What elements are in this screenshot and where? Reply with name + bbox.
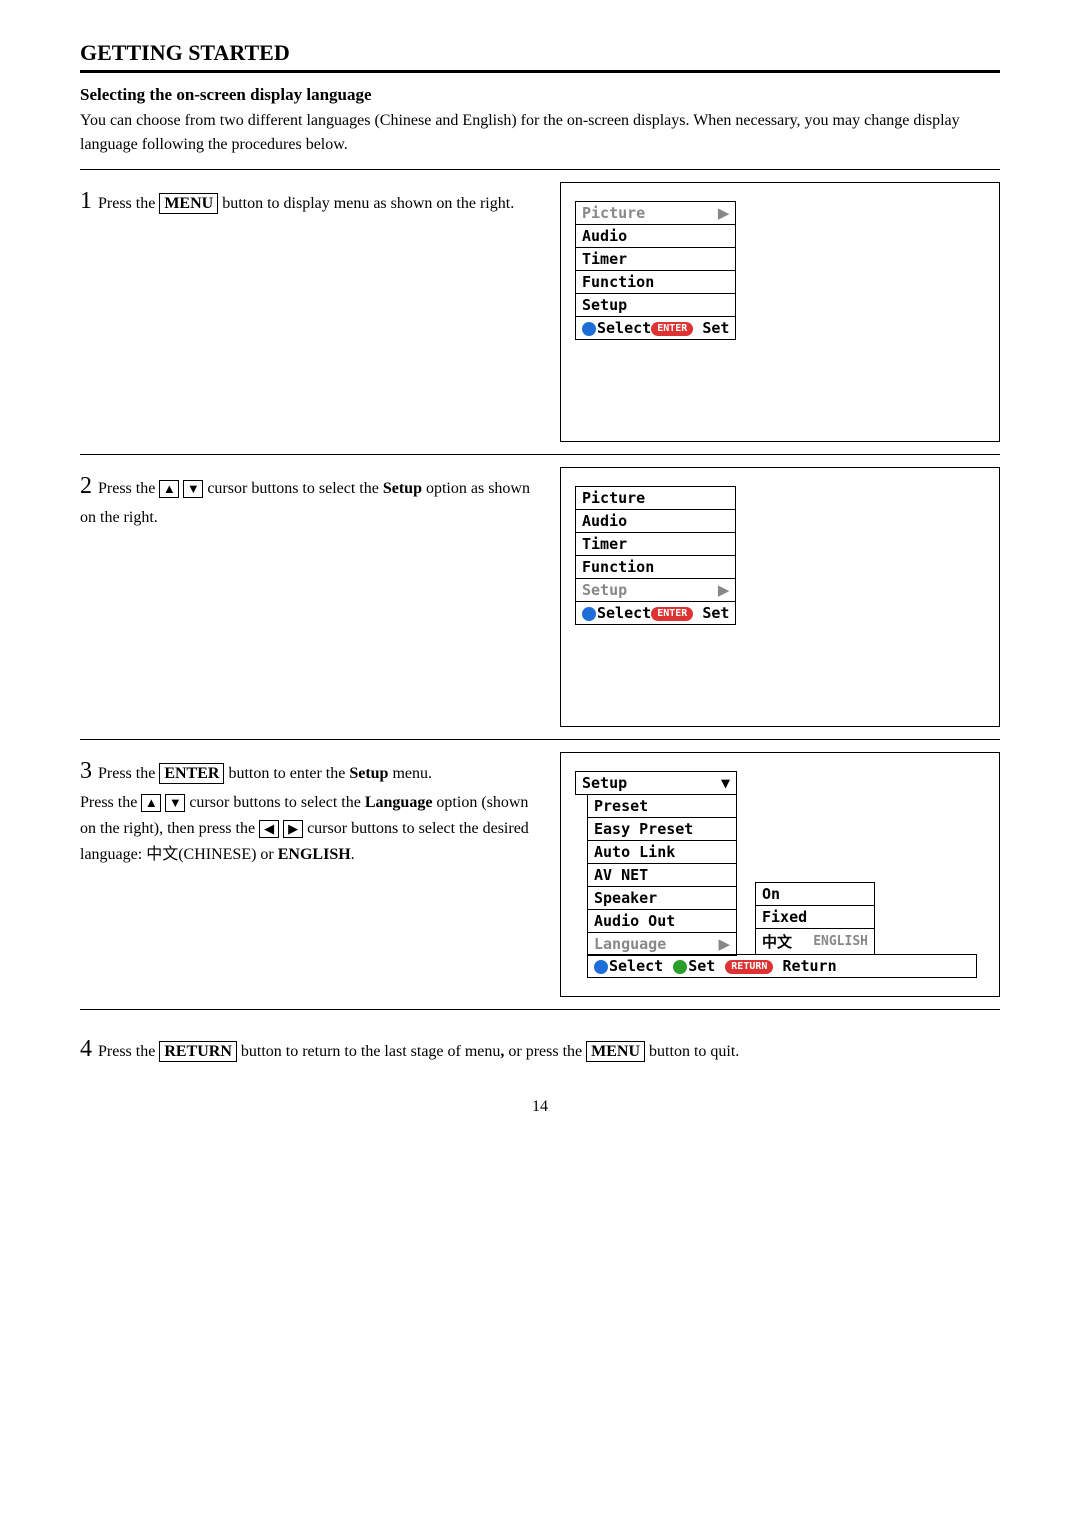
enter-pill-icon: ENTER bbox=[651, 607, 693, 621]
down-arrow-key: ▼ bbox=[183, 480, 203, 498]
text: or press the bbox=[508, 1043, 582, 1060]
menu-item-timer: Timer bbox=[575, 247, 736, 270]
text: button to quit. bbox=[649, 1043, 739, 1060]
text: Press the bbox=[80, 794, 137, 811]
text: ENGLISH bbox=[278, 846, 351, 863]
setup-preset: Preset bbox=[587, 794, 737, 818]
rule bbox=[80, 1009, 1000, 1010]
step-3: 3 Press the ENTER button to enter the Se… bbox=[80, 752, 1000, 997]
text: button to return to the last stage of me… bbox=[241, 1043, 501, 1060]
page-number: 14 bbox=[80, 1098, 1000, 1116]
rule bbox=[80, 169, 1000, 170]
up-arrow-key: ▲ bbox=[159, 480, 179, 498]
step-2: 2 Press the ▲ ▼ cursor buttons to select… bbox=[80, 467, 1000, 727]
left-arrow-key: ◀ bbox=[259, 820, 279, 838]
text: Setup bbox=[349, 765, 388, 782]
text: button to display menu as shown on the r… bbox=[222, 195, 514, 212]
chevron-right-icon: ▶ bbox=[718, 581, 730, 599]
menu-help-bar: Select ENTER Set bbox=[575, 601, 736, 625]
setup-easy-preset: Easy Preset bbox=[587, 817, 737, 841]
step-number: 1 bbox=[80, 188, 92, 214]
rule bbox=[80, 454, 1000, 455]
menu-item-audio: Audio bbox=[575, 509, 736, 532]
menu-item-timer: Timer bbox=[575, 532, 736, 555]
blue-circle-icon bbox=[582, 322, 596, 336]
blue-circle-icon bbox=[594, 960, 608, 974]
menu-item-function: Function bbox=[575, 270, 736, 293]
text: button to enter the bbox=[228, 765, 345, 782]
menu-item-function: Function bbox=[575, 555, 736, 578]
text: Press the bbox=[98, 195, 155, 212]
setup-language: Language▶ bbox=[587, 932, 737, 956]
value-on: On bbox=[755, 882, 875, 906]
right-arrow-key: ▶ bbox=[283, 820, 303, 838]
step-1: 1 Press the MENU button to display menu … bbox=[80, 182, 1000, 442]
text: Press the bbox=[98, 480, 155, 497]
setup-left-col: Setup▼ Preset Easy Preset Auto Link AV N… bbox=[575, 771, 737, 955]
rule bbox=[80, 70, 1000, 73]
text: cursor buttons to select the bbox=[207, 480, 379, 497]
step-4: 4 Press the RETURN button to return to t… bbox=[80, 1030, 1000, 1068]
text: Press the bbox=[98, 1043, 155, 1060]
chevron-right-icon: ▶ bbox=[718, 935, 730, 953]
intro-text: You can choose from two different langua… bbox=[80, 109, 1000, 157]
setup-auto-link: Auto Link bbox=[587, 840, 737, 864]
chevron-down-icon: ▼ bbox=[721, 774, 730, 792]
screenshot-panel-1: Picture▶ Audio Timer Function Setup Sele… bbox=[560, 182, 1000, 442]
menu-item-audio: Audio bbox=[575, 224, 736, 247]
screenshot-panel-3: Setup▼ Preset Easy Preset Auto Link AV N… bbox=[560, 752, 1000, 997]
rule bbox=[80, 739, 1000, 740]
blue-circle-icon bbox=[582, 607, 596, 621]
green-circle-icon bbox=[673, 960, 687, 974]
down-arrow-key: ▼ bbox=[165, 794, 185, 812]
menu-button-ref: MENU bbox=[159, 193, 218, 214]
text: menu. bbox=[392, 765, 432, 782]
up-arrow-key: ▲ bbox=[141, 794, 161, 812]
menu-item-picture: Picture bbox=[575, 486, 736, 509]
setup-audio-out: Audio Out bbox=[587, 909, 737, 933]
setup-right-col: On Fixed 中文ENGLISH bbox=[755, 882, 875, 954]
value-fixed: Fixed bbox=[755, 905, 875, 929]
setup-title: Setup▼ bbox=[575, 771, 737, 795]
menu-item-setup: Setup▶ bbox=[575, 578, 736, 601]
menu-help-bar: Select ENTER Set bbox=[575, 316, 736, 340]
section-heading: Selecting the on-screen display language bbox=[80, 85, 1000, 105]
text: Press the bbox=[98, 765, 155, 782]
screenshot-panel-2: Picture Audio Timer Function Setup▶ Sele… bbox=[560, 467, 1000, 727]
text: . bbox=[351, 846, 355, 863]
setup-av-net: AV NET bbox=[587, 863, 737, 887]
step-number: 3 bbox=[80, 758, 92, 784]
return-button-ref: RETURN bbox=[159, 1041, 237, 1062]
text: , bbox=[500, 1043, 504, 1060]
enter-button-ref: ENTER bbox=[159, 763, 224, 784]
menu-button-ref: MENU bbox=[586, 1041, 645, 1062]
value-language: 中文ENGLISH bbox=[755, 928, 875, 955]
return-pill-icon: RETURN bbox=[725, 960, 773, 974]
step-number: 2 bbox=[80, 473, 92, 499]
text: Setup bbox=[383, 480, 422, 497]
text: cursor buttons to select the bbox=[189, 794, 361, 811]
menu-item-picture: Picture▶ bbox=[575, 201, 736, 224]
chevron-right-icon: ▶ bbox=[718, 204, 730, 222]
text: Language bbox=[365, 794, 433, 811]
enter-pill-icon: ENTER bbox=[651, 322, 693, 336]
step-number: 4 bbox=[80, 1036, 92, 1062]
menu-item-setup: Setup bbox=[575, 293, 736, 316]
setup-speaker: Speaker bbox=[587, 886, 737, 910]
setup-help-bar: Select Set RETURN Return bbox=[587, 954, 977, 978]
text: 中文(CHINESE) or bbox=[146, 846, 274, 863]
page-title: GETTING STARTED bbox=[80, 40, 1000, 66]
